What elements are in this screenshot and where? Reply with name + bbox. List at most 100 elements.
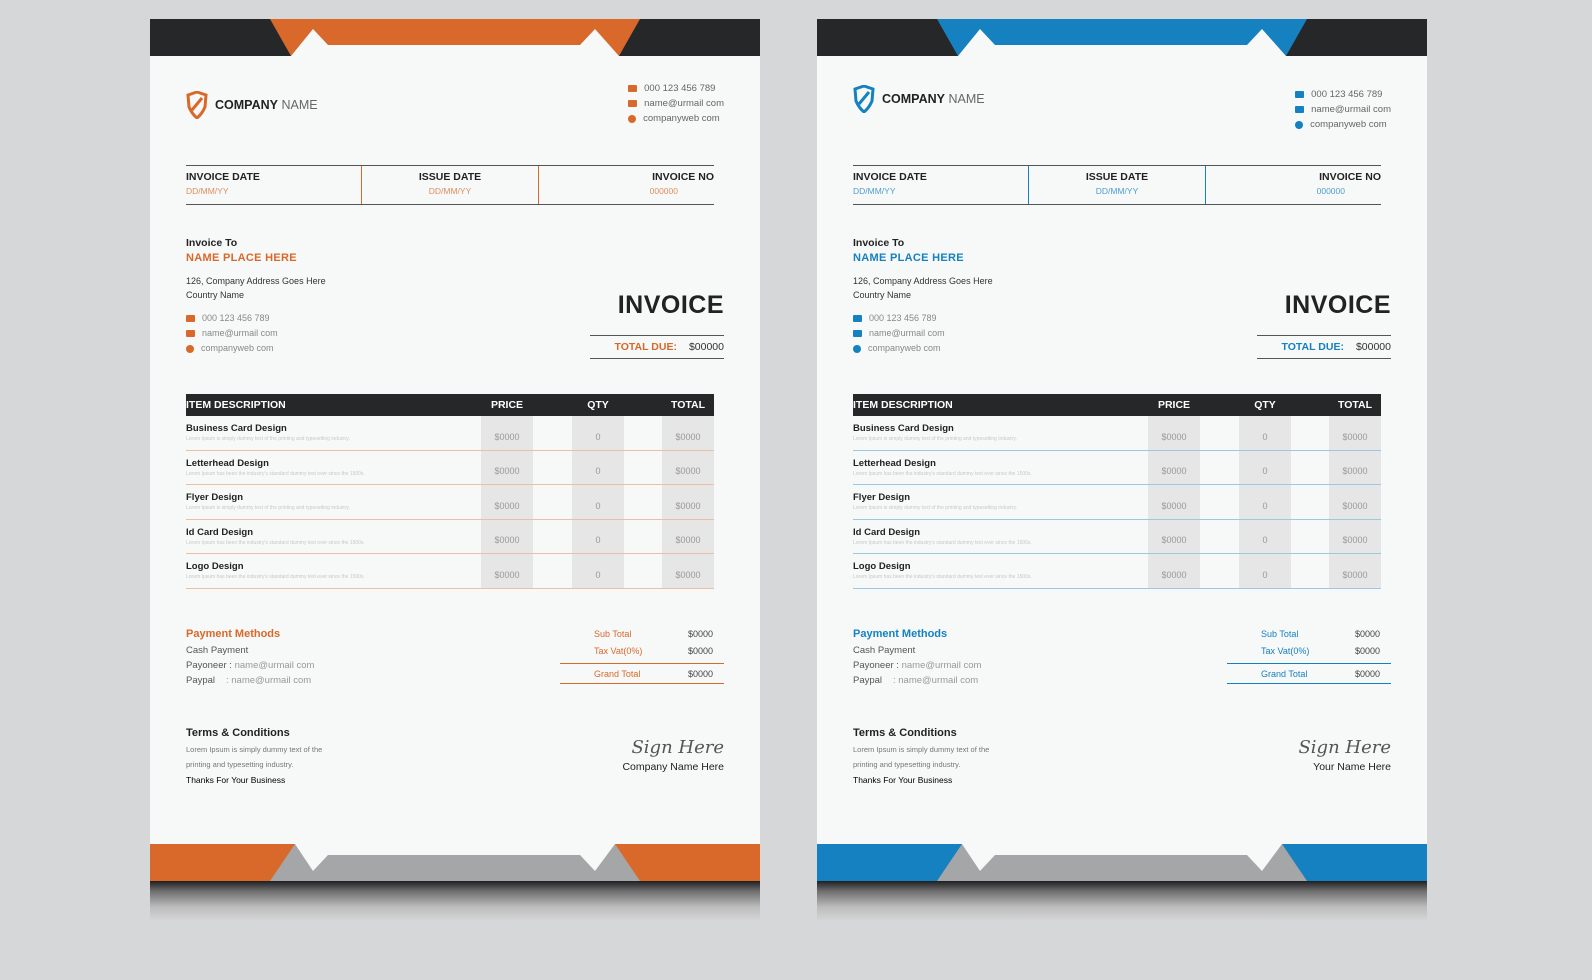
client-country: Country Name [853,290,912,300]
grand-total-value: $0000 [688,668,714,679]
mail-icon [853,330,862,337]
bill-to: Invoice To NAME PLACE HERE 126, Company … [186,237,326,356]
tax-value: $0000 [1355,645,1381,656]
item-description: Id Card Design Lorem Ipsum has been the i… [853,520,1148,554]
invoice-dates-bar: INVOICE DATE DD/MM/YY ISSUE DATE DD/MM/Y… [853,165,1381,205]
item-name: Id Card Design [853,526,921,538]
item-price: $0000 [1148,416,1200,450]
invoice-sheet-blue: COMPANY NAME 000 123 456 789 name@urmail… [817,19,1427,881]
globe-icon [1295,120,1304,129]
item-qty: 0 [572,485,624,519]
item-total: $0000 [662,485,714,519]
subtotal-value: $0000 [1355,628,1381,639]
header-website[interactable]: companyweb com [1310,117,1387,132]
bill-to: Invoice To NAME PLACE HERE 126, Company … [853,237,993,356]
item-name: Business Card Design [186,423,287,434]
item-subtext: Lorem Ipsum has been the industry's stan… [853,539,1032,546]
table-row: Id Card Design Lorem Ipsum has been the i… [853,519,1381,554]
col-price: PRICE [1157,399,1191,411]
company-name-bold: COMPANY [215,98,278,112]
header-phone: 000 123 456 789 [1311,89,1383,100]
grand-total-label: Grand Total [594,668,641,679]
item-subtext: Lorem Ipsum has been the industry's stan… [186,470,365,477]
globe-icon [628,114,637,123]
table-row: Letterhead Design Lorem Ipsum has been th… [186,450,714,485]
payment-cash: Cash Payment [186,645,249,656]
globe-icon [186,344,194,353]
item-name: Letterhead Design [186,457,269,469]
subtotal-label: Sub Total [594,628,632,639]
total-due-value: $00000 [688,341,724,353]
item-subtext: Lorem Ipsum has been the industry's stan… [186,574,365,580]
invoice-sheet-orange: COMPANY NAME 000 123 456 789 name@urmail… [150,19,760,881]
payment-heading: Payment Methods [853,628,948,640]
item-qty: 0 [572,416,624,450]
col-total: TOTAL [1337,399,1373,411]
grand-total-label: Grand Total [1261,668,1308,679]
item-subtext: Lorem Ipsum is simply dummy text of the … [186,505,350,511]
mail-icon [186,330,195,337]
paypal-value: : name@urmail com [226,675,312,686]
item-subtext: Lorem Ipsum is simply dummy text of the … [853,436,1017,442]
item-description: Letterhead Design Lorem Ipsum has been th… [186,451,481,485]
client-email[interactable]: name@urmail com [202,326,278,341]
table-row: Flyer Design Lorem Ipsum is simply dummy … [186,485,714,520]
client-name: NAME PLACE HERE [186,252,297,264]
tax-value: $0000 [688,645,714,656]
item-qty: 0 [572,519,624,553]
issue-date: ISSUE DATE DD/MM/YY [1028,166,1206,204]
invoice-no-value: 000000 [1316,186,1345,196]
phone-icon [853,315,862,322]
item-description: Id Card Design Lorem Ipsum has been the i… [186,520,481,554]
page-shadow [817,881,1427,921]
invoice-date-label: INVOICE DATE [853,171,927,183]
client-website[interactable]: companyweb com [868,341,941,356]
client-address: 126, Company Address Goes Here [186,276,326,286]
item-total: $0000 [662,450,714,484]
item-subtext: Lorem Ipsum is simply dummy text of the … [853,505,1017,511]
total-due-value: $00000 [1355,341,1391,353]
header-email[interactable]: name@urmail com [1311,102,1391,117]
grand-total-value: $0000 [1355,668,1381,679]
terms-text-line2: printing and typesetting industry. [186,760,294,769]
subtotal-label: Sub Total [1261,628,1299,639]
col-item-description: ITEM DESCRIPTION [186,399,286,411]
item-price: $0000 [481,450,533,484]
phone-icon [628,85,638,92]
item-name: Id Card Design [186,526,254,538]
payment-cash: Cash Payment [853,645,916,656]
client-website[interactable]: companyweb com [201,341,274,356]
page-shadow [150,881,760,921]
terms-heading: Terms & Conditions [853,727,957,739]
company-name-light: NAME [948,92,985,106]
tax-row: Tax Vat(0%) $0000 [1227,642,1391,659]
company-logo: COMPANY NAME [186,91,318,119]
footer-decoration [150,844,760,881]
invoice-date-value: DD/MM/YY [186,186,229,196]
col-price: PRICE [490,399,524,411]
terms-text-line1: Lorem Ipsum is simply dummy text of the [186,745,323,754]
client-email[interactable]: name@urmail com [869,326,945,341]
signature-block: Sign Here Company Name Here [622,737,724,773]
invoice-title: INVOICE [617,291,724,319]
issue-date: ISSUE DATE DD/MM/YY [361,166,539,204]
col-total: TOTAL [670,399,706,411]
header-contact: 000 123 456 789 name@urmail com companyw… [1295,87,1391,132]
item-name: Letterhead Design [853,457,936,469]
invoice-no-label: INVOICE NO [652,171,714,183]
item-total: $0000 [1329,554,1381,588]
item-total: $0000 [662,416,714,450]
items-table-header: ITEM DESCRIPTION PRICE QTY TOTAL [853,394,1381,416]
item-name: Business Card Design [853,423,954,434]
header-email[interactable]: name@urmail com [644,96,724,111]
invoice-no-label: INVOICE NO [1319,171,1381,183]
subtotal-value: $0000 [688,628,714,639]
table-row: Logo Design Lorem Ipsum has been the indu… [186,554,714,589]
signature-block: Sign Here Your Name Here [1298,737,1391,773]
item-subtext: Lorem Ipsum has been the industry's stan… [853,470,1032,477]
item-price: $0000 [481,554,533,588]
header-website[interactable]: companyweb com [643,111,720,126]
summary-totals: Sub Total $0000 Tax Vat(0%) $0000 Grand To… [1227,625,1391,684]
company-logo: COMPANY NAME [853,85,985,113]
item-name: Logo Design [853,561,911,572]
